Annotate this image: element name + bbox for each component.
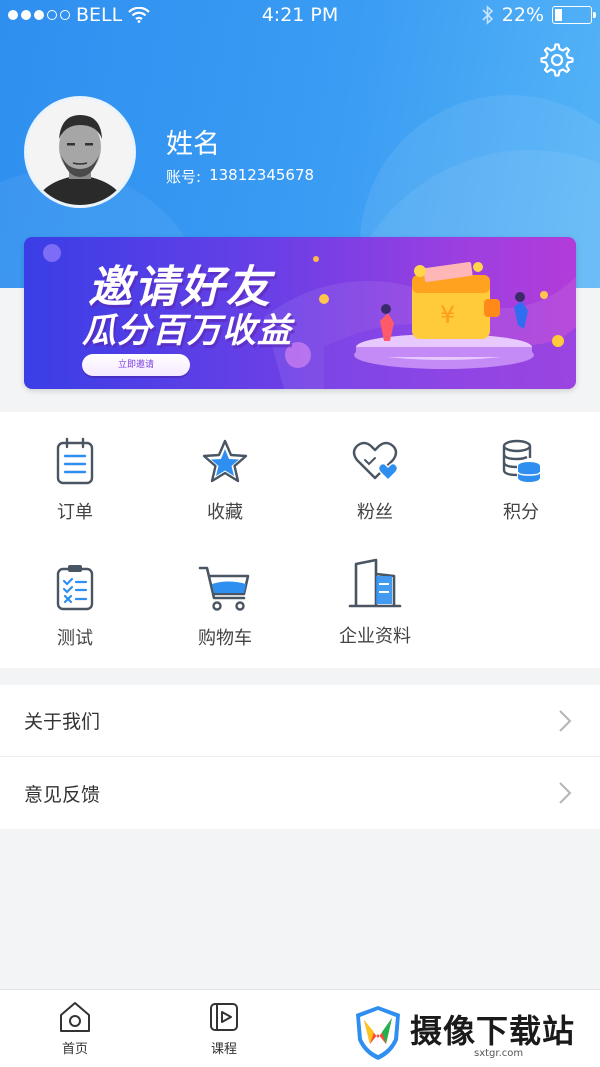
- gear-icon[interactable]: [540, 43, 574, 77]
- tab-label: 课程: [210, 1042, 237, 1057]
- bluetooth-icon: [482, 5, 493, 25]
- account-label: 账号:: [166, 168, 202, 186]
- menu-item-label: 测试: [57, 628, 93, 649]
- building-icon: [348, 558, 402, 608]
- menu-item-fans[interactable]: 粉丝: [300, 438, 450, 548]
- checklist-icon: [56, 565, 94, 611]
- battery-icon: [552, 6, 596, 24]
- star-icon: [202, 439, 248, 483]
- account-number: 13812345678: [209, 166, 315, 184]
- cart-icon: [198, 566, 250, 611]
- tab-courses[interactable]: 课程: [184, 1000, 264, 1057]
- home-icon: [60, 1002, 90, 1032]
- watermark: 摄像下载站 sxtgr.com: [352, 1004, 592, 1064]
- invite-now-button[interactable]: 立即邀请: [82, 354, 190, 376]
- menu-item-company-info[interactable]: 企业资料: [300, 558, 450, 668]
- function-grid: 订单 收藏 粉丝 积分 测试 购物车 企业资料: [0, 412, 600, 668]
- user-name: 姓名: [166, 129, 220, 160]
- menu-item-label: 企业资料: [339, 626, 411, 647]
- list-item-label: 关于我们: [24, 711, 101, 733]
- banner-subtitle: 瓜分百万收益: [82, 311, 292, 351]
- video-icon: [210, 1003, 238, 1031]
- tab-label: 首页: [61, 1042, 88, 1057]
- chevron-right-icon: [559, 710, 572, 732]
- heart-icon: [352, 441, 399, 482]
- watermark-logo: [356, 1006, 400, 1060]
- wallet-illustration: ¥: [354, 261, 564, 369]
- list-item-about-us[interactable]: 关于我们: [0, 685, 600, 757]
- menu-item-label: 购物车: [198, 628, 252, 649]
- chevron-right-icon: [559, 782, 572, 804]
- avatar-portrait: [27, 99, 133, 205]
- menu-item-label: 积分: [503, 502, 539, 523]
- menu-item-cart[interactable]: 购物车: [150, 564, 300, 674]
- list-item-feedback[interactable]: 意见反馈: [0, 757, 600, 829]
- avatar[interactable]: [24, 96, 136, 208]
- menu-item-points[interactable]: 积分: [446, 438, 596, 548]
- coins-icon: [502, 439, 541, 482]
- list-item-label: 意见反馈: [24, 783, 101, 806]
- yuan-symbol: ¥: [440, 301, 455, 329]
- watermark-name: 摄像下载站: [410, 1012, 576, 1050]
- menu-item-orders[interactable]: 订单: [0, 436, 150, 546]
- order-icon: [56, 437, 94, 485]
- status-bar: BELL 4:21 PM 22%: [0, 0, 600, 30]
- menu-item-label: 粉丝: [357, 502, 393, 523]
- menu-item-label: 收藏: [207, 502, 243, 523]
- menu-item-label: 订单: [57, 502, 93, 523]
- watermark-url: sxtgr.com: [474, 1048, 524, 1059]
- menu-item-test[interactable]: 测试: [0, 562, 150, 672]
- invite-banner[interactable]: 邀请好友 瓜分百万收益 立即邀请 ¥: [24, 237, 576, 389]
- tab-home[interactable]: 首页: [35, 1000, 115, 1057]
- battery-percent: 22%: [501, 4, 544, 26]
- account-info: 账号: 13812345678: [166, 166, 314, 187]
- settings-list: 关于我们 意见反馈: [0, 685, 600, 829]
- menu-item-favorites[interactable]: 收藏: [150, 438, 300, 548]
